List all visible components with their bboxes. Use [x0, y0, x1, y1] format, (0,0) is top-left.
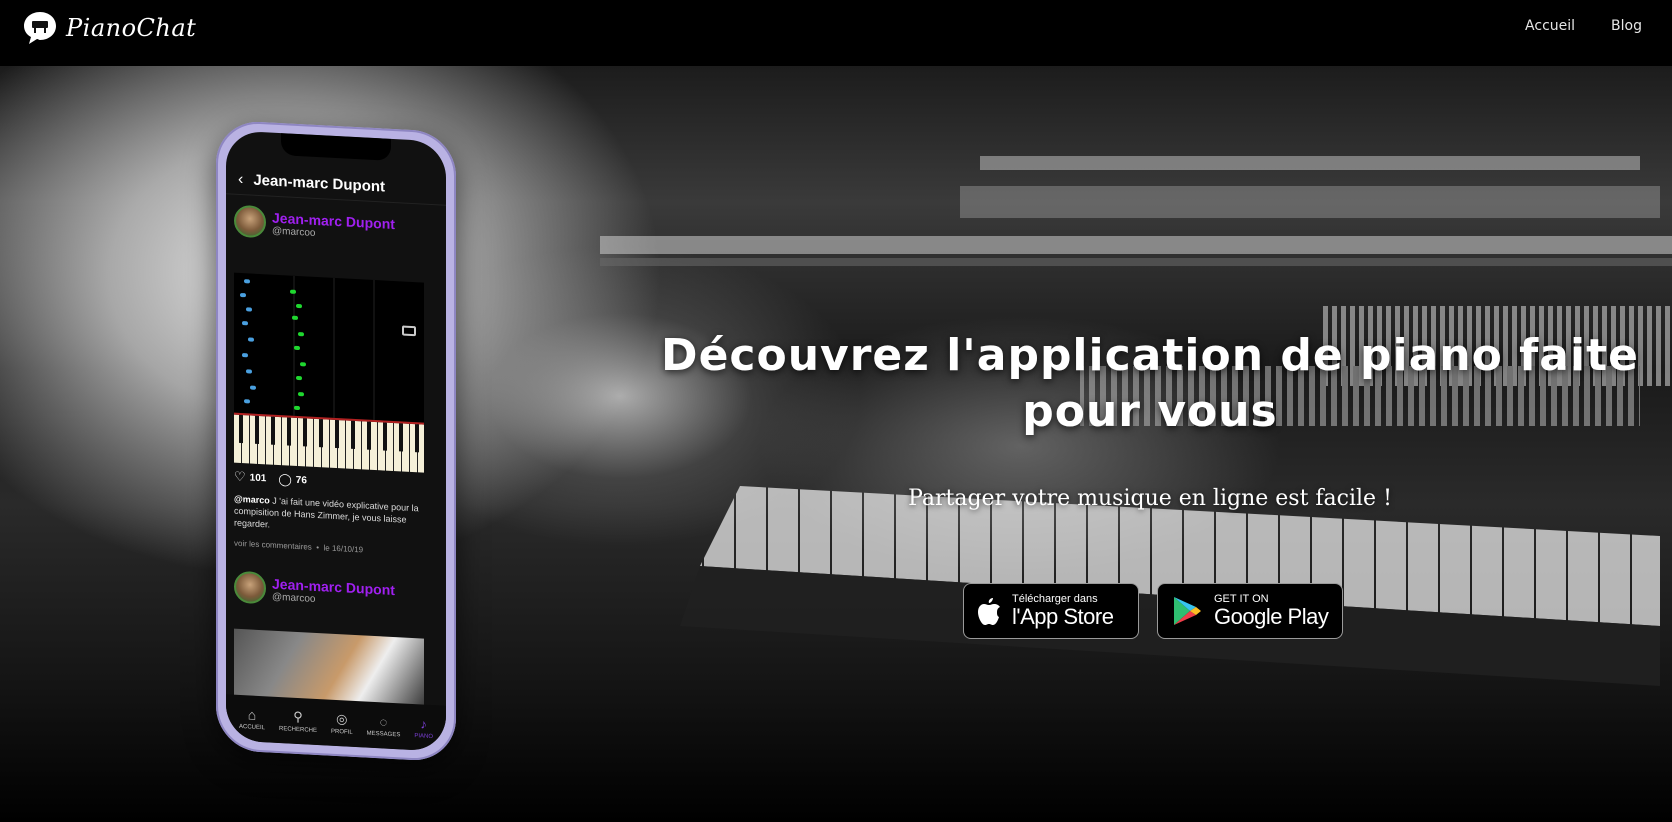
- heart-icon[interactable]: ♡: [234, 469, 246, 486]
- tab-label: ACCUEIL: [238, 723, 265, 732]
- hero-headline: Découvrez l'application de piano faite p…: [661, 330, 1639, 437]
- post-stats: ♡ 101 ◯ 76: [234, 469, 307, 489]
- caption-user[interactable]: @marco: [234, 494, 270, 506]
- video-camera-icon: [402, 325, 416, 337]
- screen-title: Jean-marc Dupont: [253, 171, 386, 196]
- app-store-big-text: l'App Store: [1012, 604, 1114, 629]
- app-store-button[interactable]: Télécharger dans l'App Store: [963, 583, 1139, 639]
- tab-messages[interactable]: ◌ MESSAGES: [367, 713, 401, 738]
- chat-bubble-piano-icon: [22, 10, 58, 46]
- profile-icon: ◎: [336, 711, 348, 727]
- top-nav: Accueil Blog: [1525, 18, 1642, 34]
- google-play-button[interactable]: GET IT ON Google Play: [1157, 583, 1343, 639]
- google-play-big-text: Google Play: [1214, 604, 1329, 629]
- post2-header: Jean-marc Dupont @marcoo: [234, 570, 434, 613]
- post-date: le 16/10/19: [323, 543, 364, 555]
- hero-section: ‹ Jean-marc Dupont Jean-marc Dupont @mar…: [0, 66, 1672, 822]
- dot-separator: •: [314, 542, 324, 553]
- tab-label: MESSAGES: [366, 730, 401, 738]
- view-comments-link[interactable]: voir les commentaires: [234, 539, 312, 552]
- nav-accueil[interactable]: Accueil: [1525, 18, 1575, 34]
- likes[interactable]: ♡ 101: [234, 469, 266, 487]
- avatar[interactable]: [234, 570, 266, 605]
- tab-recherche[interactable]: ⚲ RECHERCHE: [279, 708, 317, 734]
- post-header: Jean-marc Dupont @marcoo: [234, 204, 434, 247]
- avatar[interactable]: [234, 204, 266, 239]
- tab-label: RECHERCHE: [278, 726, 317, 735]
- piano-visualizer[interactable]: [234, 272, 424, 423]
- phone-mockup: ‹ Jean-marc Dupont Jean-marc Dupont @mar…: [216, 119, 456, 763]
- back-chevron-icon[interactable]: ‹: [238, 170, 243, 188]
- likes-count: 101: [249, 471, 267, 484]
- message-icon: ◌: [379, 713, 388, 730]
- comments-count: 76: [295, 474, 307, 486]
- tab-accueil[interactable]: ⌂ ACCUEIL: [239, 706, 265, 731]
- tab-piano[interactable]: ♪ PIANO: [414, 716, 433, 740]
- logo[interactable]: PianoChat: [22, 8, 196, 48]
- tab-profil[interactable]: ◎ PROFIL: [331, 711, 353, 736]
- hero-subline: Partager votre musique en ligne est faci…: [908, 486, 1392, 511]
- home-icon: ⌂: [247, 706, 257, 723]
- nav-blog[interactable]: Blog: [1611, 18, 1642, 34]
- phone-screen: ‹ Jean-marc Dupont Jean-marc Dupont @mar…: [226, 130, 446, 752]
- comments[interactable]: ◯ 76: [278, 472, 307, 487]
- post-caption: @marco J 'ai fait une vidéo explicative …: [234, 493, 419, 539]
- screen-header: ‹ Jean-marc Dupont: [226, 164, 446, 206]
- google-play-icon: [1174, 597, 1201, 625]
- tab-label: PIANO: [414, 732, 433, 740]
- store-buttons: Télécharger dans l'App Store GET IT ON G…: [963, 583, 1343, 639]
- phone-notch: [281, 133, 391, 161]
- piano-tab-icon: ♪: [420, 715, 427, 732]
- top-header: PianoChat Accueil Blog: [0, 0, 1672, 66]
- apple-icon: [978, 598, 1000, 625]
- tab-label: PROFIL: [330, 728, 353, 736]
- search-icon: ⚲: [293, 708, 303, 725]
- comment-bubble-icon[interactable]: ◯: [278, 472, 291, 487]
- logo-text: PianoChat: [66, 14, 197, 42]
- post-meta: voir les commentaires • le 16/10/19: [234, 539, 363, 555]
